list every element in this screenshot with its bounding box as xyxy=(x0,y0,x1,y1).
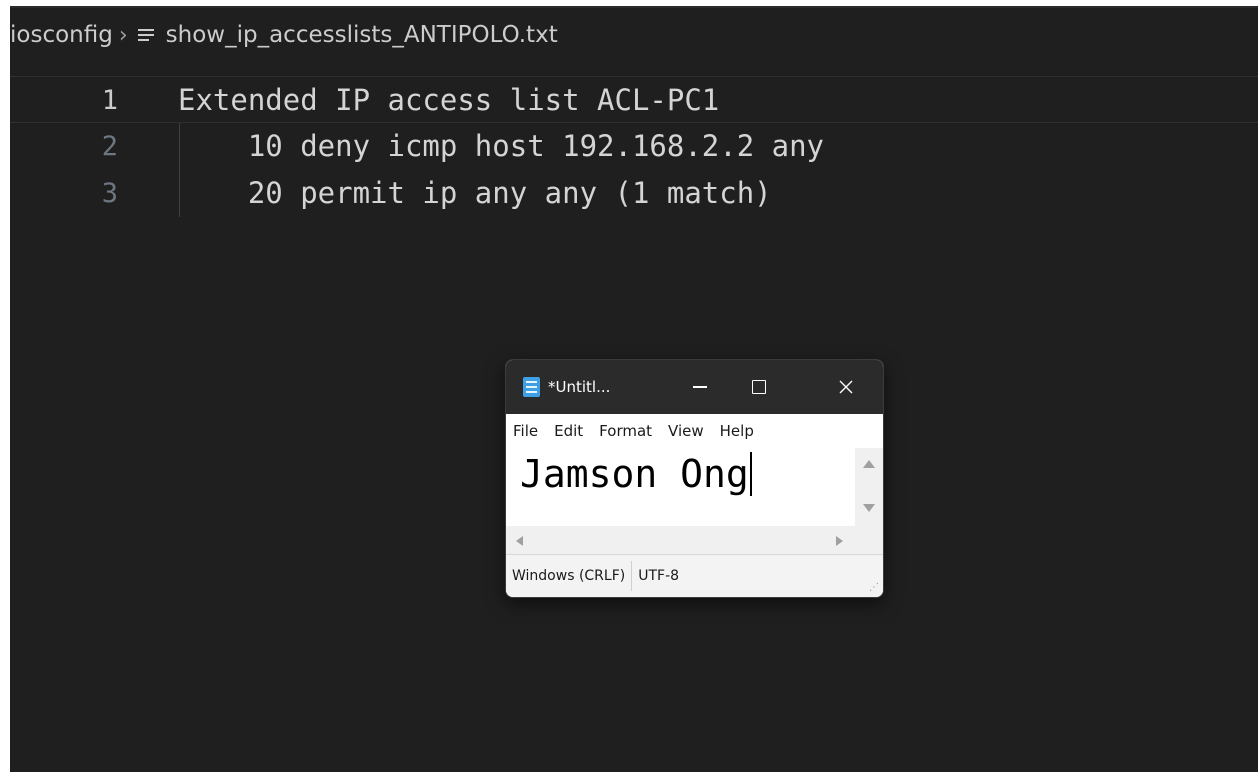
scroll-left-icon[interactable] xyxy=(516,536,523,546)
code-editor[interactable]: 1 Extended IP access list ACL-PC1 2 10 d… xyxy=(10,76,1258,217)
scroll-up-icon[interactable] xyxy=(863,460,875,468)
status-bar: Windows (CRLF) UTF-8 ⋰ xyxy=(506,554,883,597)
text-caret xyxy=(749,452,752,496)
minimize-button[interactable] xyxy=(672,360,728,414)
text-content[interactable]: Jamson Ong xyxy=(520,452,749,496)
close-icon xyxy=(839,380,853,394)
menu-edit[interactable]: Edit xyxy=(554,422,583,440)
menu-view[interactable]: View xyxy=(668,422,704,440)
status-line-ending: Windows (CRLF) xyxy=(506,561,633,591)
line-text[interactable]: 10 deny icmp host 192.168.2.2 any xyxy=(178,123,824,170)
breadcrumb-folder[interactable]: iosconfig xyxy=(10,22,113,48)
code-line[interactable]: 2 10 deny icmp host 192.168.2.2 any xyxy=(10,123,1258,170)
menu-format[interactable]: Format xyxy=(599,422,652,440)
code-line[interactable]: 3 20 permit ip any any (1 match) xyxy=(10,170,1258,217)
status-encoding: UTF-8 xyxy=(638,568,680,584)
breadcrumb-separator: › xyxy=(118,22,128,48)
minimize-icon xyxy=(693,386,707,388)
line-number: 2 xyxy=(101,131,118,162)
menu-help[interactable]: Help xyxy=(720,422,754,440)
close-button[interactable] xyxy=(818,360,874,414)
breadcrumb: iosconfig › show_ip_accesslists_ANTIPOLO… xyxy=(10,20,558,50)
line-number: 1 xyxy=(101,85,118,116)
notepad-window[interactable]: *Untitl... File Edit Format View Help Ja… xyxy=(505,359,884,598)
window-top-border xyxy=(10,6,1258,8)
horizontal-scrollbar[interactable] xyxy=(506,526,855,554)
resize-grip-icon[interactable]: ⋰ xyxy=(869,583,879,593)
notepad-icon xyxy=(523,377,540,397)
text-area[interactable]: Jamson Ong xyxy=(506,448,855,526)
menu-file[interactable]: File xyxy=(513,422,538,440)
breadcrumb-file[interactable]: show_ip_accesslists_ANTIPOLO.txt xyxy=(166,22,558,48)
line-number: 3 xyxy=(101,178,118,209)
scroll-down-icon[interactable] xyxy=(863,504,875,512)
menu-bar: File Edit Format View Help xyxy=(506,414,883,448)
window-title: *Untitl... xyxy=(548,378,611,396)
code-line[interactable]: 1 Extended IP access list ACL-PC1 xyxy=(10,76,1258,123)
line-text[interactable]: 20 permit ip any any (1 match) xyxy=(178,170,772,217)
maximize-icon xyxy=(752,380,766,394)
scrollbar-corner xyxy=(855,526,883,554)
vertical-scrollbar[interactable] xyxy=(855,448,883,526)
notepad-titlebar[interactable]: *Untitl... xyxy=(506,360,883,414)
scroll-right-icon[interactable] xyxy=(836,536,843,546)
line-text[interactable]: Extended IP access list ACL-PC1 xyxy=(178,77,719,124)
maximize-button[interactable] xyxy=(731,360,787,414)
text-file-icon xyxy=(136,25,156,45)
